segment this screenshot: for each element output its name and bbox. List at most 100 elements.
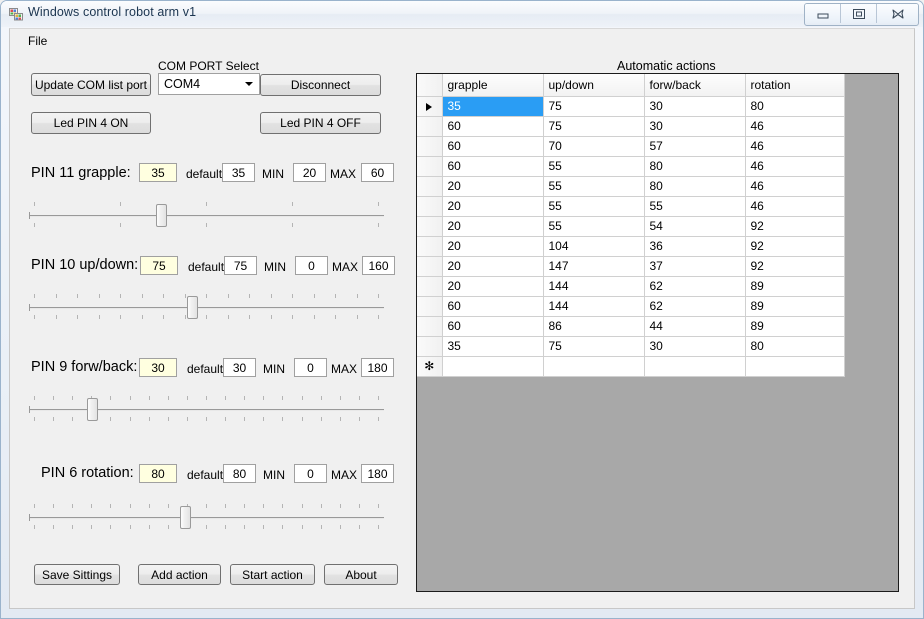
axis-1-value-field[interactable]: 75 [140, 256, 178, 275]
table-cell[interactable]: 55 [543, 216, 645, 237]
axis-2-max-field[interactable]: 180 [361, 358, 394, 377]
table-row[interactable]: 60 86 44 89 [417, 316, 845, 337]
table-row[interactable]: 20 144 62 89 [417, 276, 845, 297]
table-row[interactable]: 60 75 30 46 [417, 116, 845, 137]
axis-1-min-field[interactable]: 0 [295, 256, 328, 275]
table-cell[interactable]: 46 [745, 196, 845, 217]
row-header[interactable] [417, 256, 443, 277]
menu-item-file[interactable]: File [22, 32, 53, 50]
axis-1-slider-thumb[interactable] [187, 296, 199, 319]
table-cell[interactable]: 89 [745, 316, 845, 337]
row-header[interactable] [417, 336, 443, 357]
table-cell[interactable]: 75 [543, 116, 645, 137]
led-pin-4-on-button[interactable]: Led PIN 4 ON [31, 112, 151, 134]
row-header[interactable] [417, 296, 443, 317]
axis-3-min-field[interactable]: 0 [294, 464, 327, 483]
row-header[interactable] [417, 236, 443, 257]
table-cell[interactable] [543, 356, 645, 377]
table-cell[interactable]: 62 [644, 276, 746, 297]
table-row[interactable]: 35 75 30 80 [417, 96, 845, 117]
table-row[interactable]: 20 55 54 92 [417, 216, 845, 237]
column-header-grapple[interactable]: grapple [442, 74, 544, 97]
table-cell[interactable]: 60 [442, 156, 544, 177]
add-action-button[interactable]: Add action [138, 564, 221, 585]
axis-0-slider[interactable] [29, 195, 384, 237]
table-row[interactable]: 20 104 36 92 [417, 236, 845, 257]
table-cell[interactable]: 70 [543, 136, 645, 157]
table-cell[interactable]: 36 [644, 236, 746, 257]
row-header[interactable] [417, 316, 443, 337]
table-cell[interactable]: 89 [745, 276, 845, 297]
table-cell[interactable]: 80 [644, 176, 746, 197]
table-cell[interactable]: 60 [442, 296, 544, 317]
table-cell[interactable] [644, 356, 746, 377]
axis-3-slider[interactable] [29, 497, 384, 539]
table-cell[interactable]: 86 [543, 316, 645, 337]
table-cell[interactable] [442, 356, 544, 377]
table-cell[interactable]: 80 [644, 156, 746, 177]
axis-0-value-field[interactable]: 35 [139, 163, 177, 182]
table-cell[interactable]: 55 [543, 156, 645, 177]
table-cell[interactable]: 92 [745, 256, 845, 277]
row-header[interactable] [417, 136, 443, 157]
axis-2-value-field[interactable]: 30 [139, 358, 177, 377]
table-cell[interactable]: 104 [543, 236, 645, 257]
table-cell[interactable]: 55 [543, 176, 645, 197]
table-cell[interactable]: 20 [442, 236, 544, 257]
axis-2-default-field[interactable]: 30 [223, 358, 256, 377]
axis-3-slider-thumb[interactable] [180, 506, 192, 529]
table-cell[interactable]: 30 [644, 96, 746, 117]
table-row[interactable]: 35 75 30 80 [417, 336, 845, 357]
axis-3-max-field[interactable]: 180 [361, 464, 394, 483]
table-cell[interactable]: 37 [644, 256, 746, 277]
table-row[interactable]: 20 55 80 46 [417, 176, 845, 197]
table-cell[interactable]: 55 [644, 196, 746, 217]
table-cell[interactable]: 92 [745, 236, 845, 257]
table-row[interactable]: 20 55 55 46 [417, 196, 845, 217]
automatic-actions-grid[interactable]: grapple up/down forw/back rotation 35 75 3… [416, 73, 899, 592]
axis-3-default-field[interactable]: 80 [223, 464, 256, 483]
table-cell[interactable]: 20 [442, 216, 544, 237]
table-row[interactable]: 60 55 80 46 [417, 156, 845, 177]
start-action-button[interactable]: Start action [230, 564, 315, 585]
table-cell[interactable]: 30 [644, 336, 746, 357]
row-header[interactable] [417, 196, 443, 217]
axis-0-max-field[interactable]: 60 [361, 163, 394, 182]
axis-0-min-field[interactable]: 20 [293, 163, 326, 182]
table-cell[interactable]: 60 [442, 136, 544, 157]
table-cell[interactable]: 55 [543, 196, 645, 217]
table-row[interactable]: 20 147 37 92 [417, 256, 845, 277]
axis-0-default-field[interactable]: 35 [222, 163, 255, 182]
save-settings-button[interactable]: Save Sittings [34, 564, 120, 585]
axis-1-slider[interactable] [29, 287, 384, 329]
axis-2-slider[interactable] [29, 389, 384, 431]
table-cell[interactable]: 80 [745, 96, 845, 117]
table-cell[interactable]: 92 [745, 216, 845, 237]
row-header[interactable] [417, 156, 443, 177]
row-header[interactable] [417, 176, 443, 197]
table-cell[interactable]: 20 [442, 196, 544, 217]
table-cell[interactable]: 46 [745, 176, 845, 197]
table-row[interactable]: 60 144 62 89 [417, 296, 845, 317]
minimize-button[interactable] [805, 4, 841, 23]
com-port-select-combo[interactable]: COM4 [158, 73, 260, 95]
table-cell[interactable]: 35 [442, 336, 544, 357]
table-cell[interactable]: 20 [442, 256, 544, 277]
table-cell[interactable]: 60 [442, 316, 544, 337]
table-cell[interactable]: 46 [745, 136, 845, 157]
axis-1-max-field[interactable]: 160 [362, 256, 395, 275]
table-cell[interactable]: 44 [644, 316, 746, 337]
table-cell[interactable]: 89 [745, 296, 845, 317]
row-header[interactable] [417, 216, 443, 237]
row-header[interactable] [417, 116, 443, 137]
column-header-rotation[interactable]: rotation [745, 74, 845, 97]
table-cell[interactable]: 20 [442, 276, 544, 297]
column-header-updown[interactable]: up/down [543, 74, 645, 97]
axis-2-min-field[interactable]: 0 [294, 358, 327, 377]
table-cell[interactable]: 144 [543, 296, 645, 317]
led-pin-4-off-button[interactable]: Led PIN 4 OFF [260, 112, 381, 134]
table-cell[interactable]: 20 [442, 176, 544, 197]
about-button[interactable]: About [324, 564, 398, 585]
table-cell[interactable]: 60 [442, 116, 544, 137]
table-cell[interactable]: 54 [644, 216, 746, 237]
